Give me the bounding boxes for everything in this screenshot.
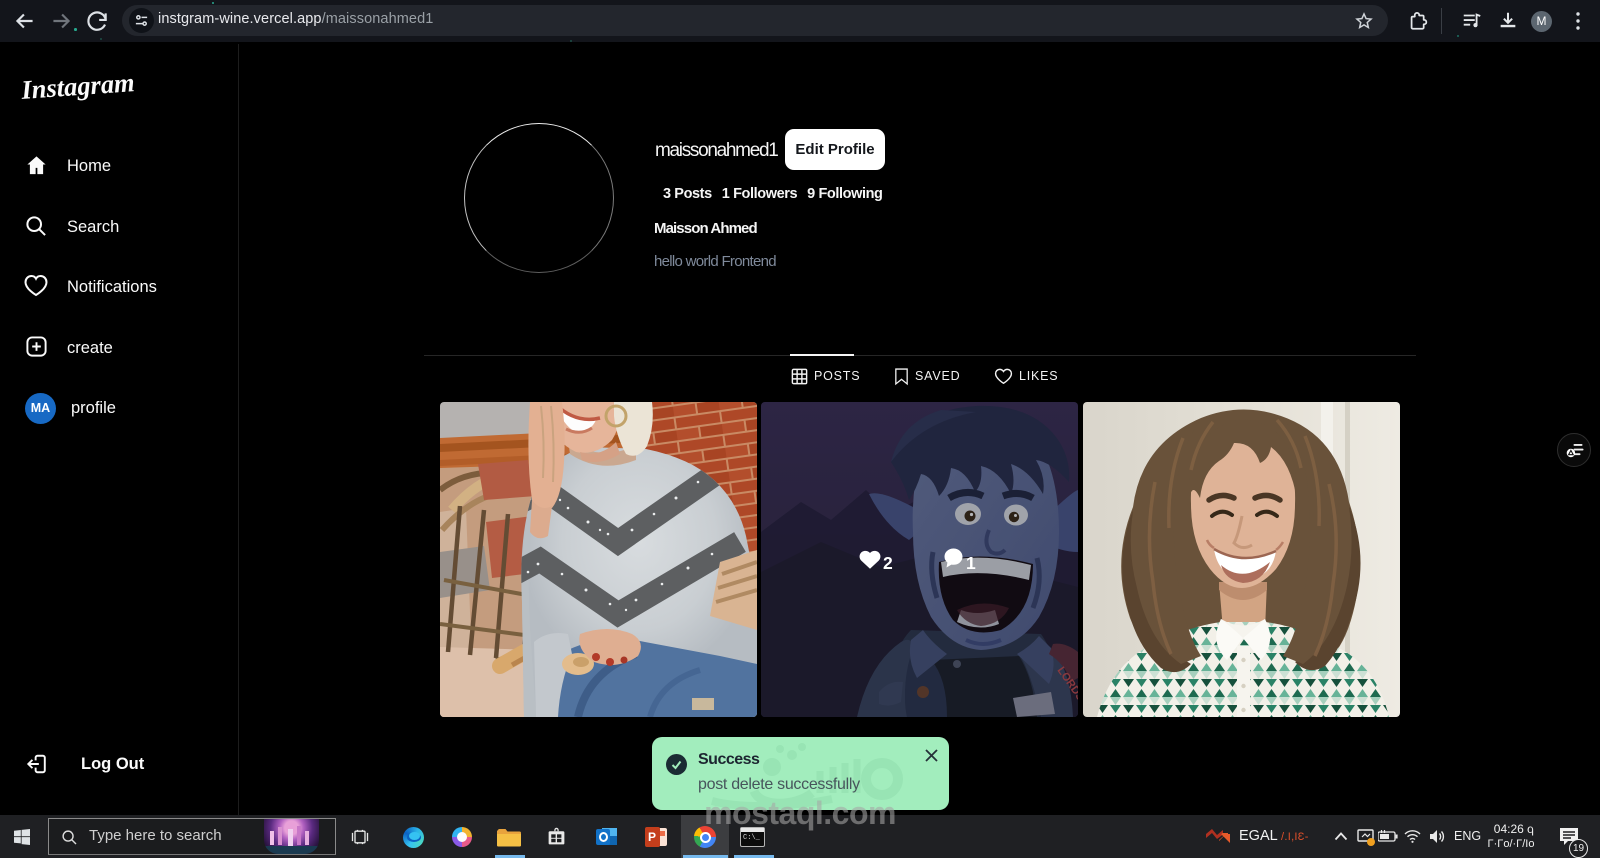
svg-text:2: 2 bbox=[883, 553, 893, 573]
svg-text:Instagram: Instagram bbox=[21, 67, 136, 105]
svg-text:1: 1 bbox=[966, 553, 976, 573]
